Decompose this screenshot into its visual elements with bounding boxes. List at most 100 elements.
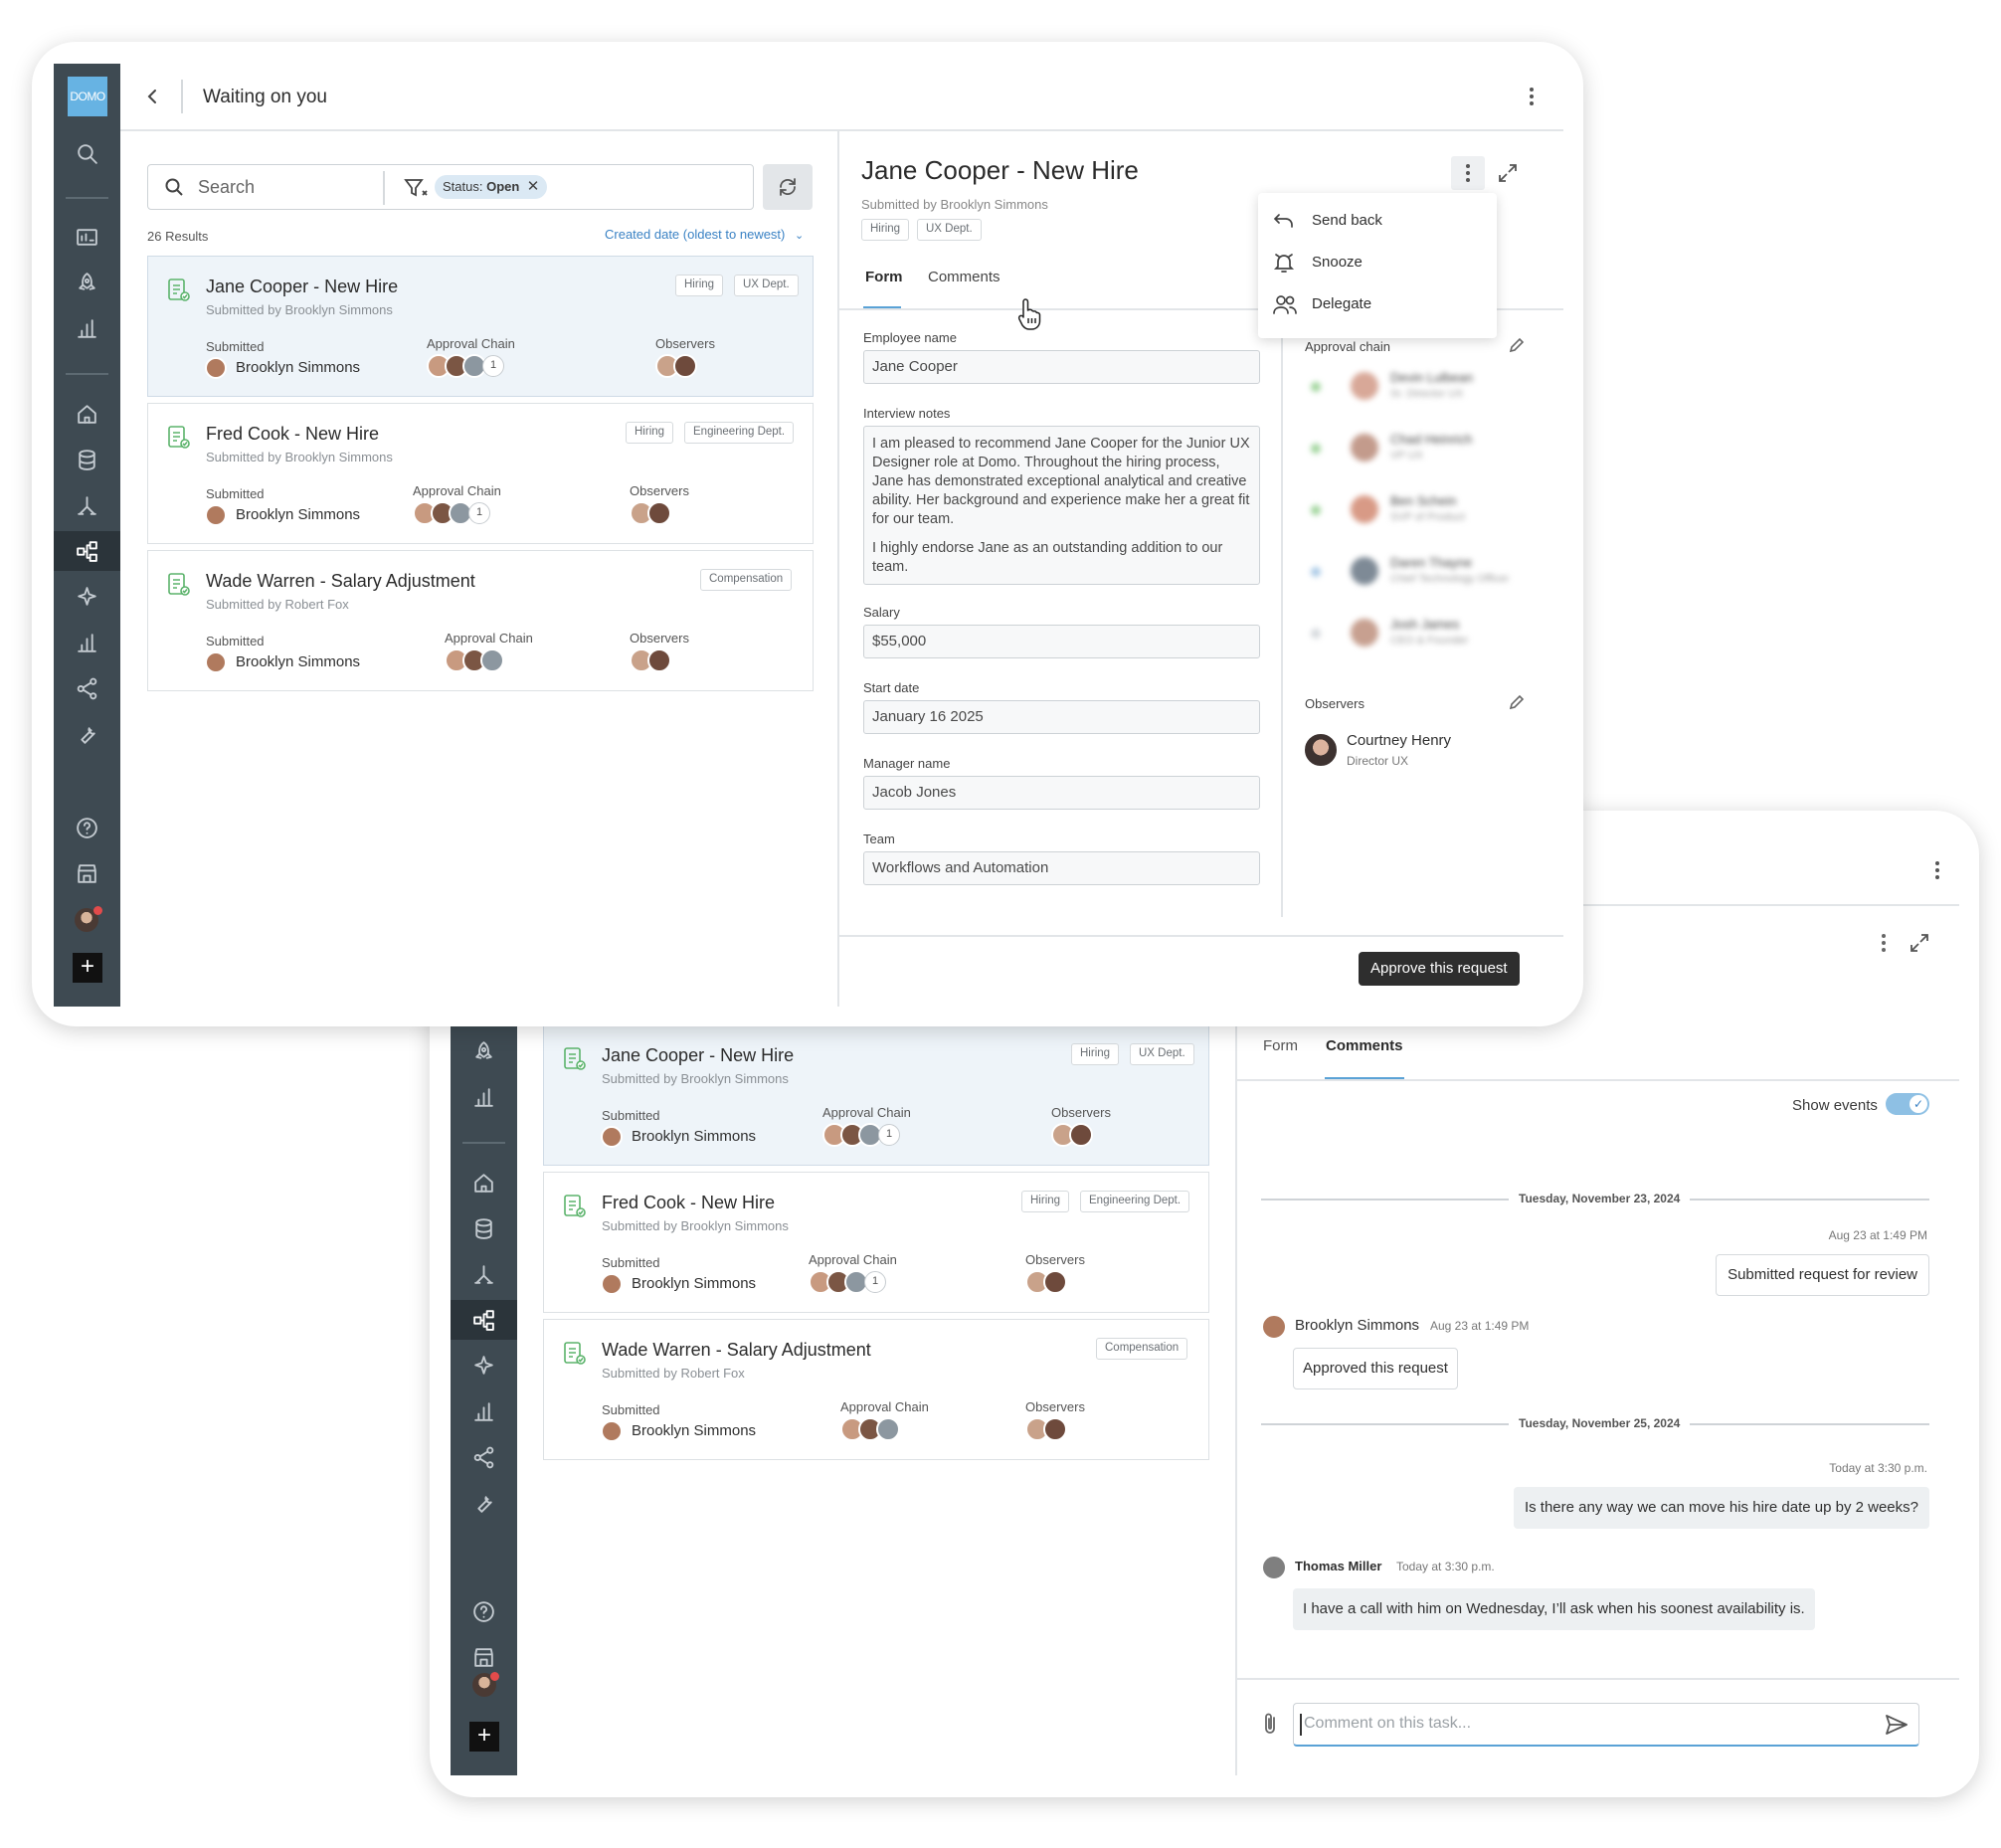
share-icon[interactable] xyxy=(54,668,120,708)
avatar xyxy=(205,651,227,673)
tab-form[interactable]: Form xyxy=(865,269,903,285)
database-icon[interactable] xyxy=(451,1208,517,1248)
bar-chart-icon[interactable] xyxy=(451,1391,517,1431)
employee-name-field[interactable]: Jane Cooper xyxy=(863,350,1260,384)
avatar xyxy=(1261,1555,1287,1580)
help-icon[interactable] xyxy=(451,1591,517,1631)
search-input[interactable]: Search xyxy=(198,177,255,198)
team-field[interactable]: Workflows and Automation xyxy=(863,851,1260,885)
search-box[interactable]: Search Status: Open ✕ xyxy=(147,164,754,210)
submitter-name: Brooklyn Simmons xyxy=(236,506,361,523)
attachment-icon[interactable] xyxy=(1259,1711,1283,1737)
help-icon[interactable] xyxy=(54,808,120,847)
expand-icon[interactable] xyxy=(1496,161,1520,185)
dataflow-icon[interactable] xyxy=(54,485,120,525)
menu-item-delegate[interactable]: Delegate xyxy=(1258,284,1497,324)
interview-notes-field[interactable]: I am pleased to recommend Jane Cooper fo… xyxy=(863,426,1260,585)
more-vertical-icon xyxy=(1466,164,1470,182)
avatar xyxy=(205,357,227,379)
observers-label: Observers xyxy=(630,631,689,646)
task-card[interactable]: Fred Cook - New Hire Submitted by Brookl… xyxy=(543,1172,1209,1313)
submitter-name: Brooklyn Simmons xyxy=(632,1275,757,1292)
expand-icon[interactable] xyxy=(1908,931,1931,955)
chip-prefix: Status: xyxy=(443,179,483,194)
more-menu-icon[interactable] xyxy=(1522,82,1542,111)
tag: Hiring xyxy=(626,422,674,444)
close-icon[interactable]: ✕ xyxy=(527,175,540,199)
database-icon[interactable] xyxy=(54,440,120,479)
task-card[interactable]: Fred Cook - New Hire Submitted by Brookl… xyxy=(147,403,814,544)
chain-role: VP UX xyxy=(1390,450,1423,462)
more-menu-icon[interactable] xyxy=(1927,855,1947,885)
comment-placeholder: Comment on this task... xyxy=(1304,1715,1472,1732)
task-card[interactable]: Wade Warren - Salary Adjustment Submitte… xyxy=(147,550,814,691)
detail-more-icon[interactable] xyxy=(1874,928,1894,958)
home-icon[interactable] xyxy=(451,1163,517,1202)
refresh-button[interactable] xyxy=(763,164,813,210)
bell-icon xyxy=(1273,254,1295,273)
observers-label: Observers xyxy=(1025,1252,1085,1267)
card-title: Fred Cook - New Hire xyxy=(206,424,380,444)
back-icon[interactable] xyxy=(143,85,163,108)
chart-icon[interactable] xyxy=(54,308,120,348)
card-subtitle: Submitted by Robert Fox xyxy=(602,1366,745,1381)
edit-icon[interactable] xyxy=(1508,336,1526,354)
salary-field[interactable]: $55,000 xyxy=(863,625,1260,658)
detail-more-button[interactable] xyxy=(1451,156,1485,190)
filter-icon[interactable] xyxy=(404,177,428,199)
task-card[interactable]: Wade Warren - Salary Adjustment Submitte… xyxy=(543,1319,1209,1460)
workflow-icon[interactable] xyxy=(451,1300,517,1340)
manager-name-field[interactable]: Jacob Jones xyxy=(863,776,1260,810)
sort-label: Created date (oldest to newest) xyxy=(605,227,786,242)
start-date-field[interactable]: January 16 2025 xyxy=(863,700,1260,734)
rocket-icon[interactable] xyxy=(451,1031,517,1071)
comment-input[interactable]: Comment on this task... xyxy=(1293,1703,1919,1747)
tab-comments[interactable]: Comments xyxy=(928,269,1000,285)
approval-chain-label: Approval Chain xyxy=(427,336,515,351)
wrench-icon[interactable] xyxy=(54,714,120,754)
store-icon[interactable] xyxy=(451,1637,517,1677)
menu-item-send-back[interactable]: Send back xyxy=(1258,201,1497,241)
bar-chart-icon[interactable] xyxy=(54,623,120,662)
search-icon[interactable] xyxy=(54,133,120,173)
show-events-label: Show events xyxy=(1792,1097,1878,1114)
tag: UX Dept. xyxy=(1130,1043,1194,1065)
chart-icon[interactable] xyxy=(451,1077,517,1117)
sort-dropdown[interactable]: Created date (oldest to newest) ⌄ xyxy=(605,227,804,242)
observers-label: Observers xyxy=(655,336,715,351)
task-card[interactable]: Jane Cooper - New Hire Submitted by Broo… xyxy=(147,256,814,397)
tab-comments[interactable]: Comments xyxy=(1326,1037,1403,1054)
tab-form[interactable]: Form xyxy=(1263,1037,1298,1054)
store-icon[interactable] xyxy=(54,853,120,893)
dataflow-icon[interactable] xyxy=(451,1254,517,1294)
rocket-icon[interactable] xyxy=(54,263,120,302)
actions-menu: Send back Snooze Delegate xyxy=(1258,193,1497,338)
chain-count: 1 xyxy=(864,1271,886,1293)
send-icon[interactable] xyxy=(1884,1712,1910,1738)
task-card[interactable]: Jane Cooper - New Hire Submitted by Broo… xyxy=(543,1024,1209,1166)
chain-count: 1 xyxy=(482,355,504,377)
chain-name: Josh James xyxy=(1390,617,1460,632)
avatar xyxy=(480,648,504,672)
share-icon[interactable] xyxy=(451,1437,517,1477)
add-icon[interactable]: + xyxy=(469,1722,499,1752)
edit-icon[interactable] xyxy=(1508,693,1526,711)
approve-button[interactable]: Approve this request xyxy=(1359,952,1520,986)
sparkle-icon[interactable] xyxy=(451,1346,517,1386)
approval-chain-list: Devin Lulbean Sr. Director UX Chad Heinr… xyxy=(1305,364,1524,682)
dashboard-icon[interactable] xyxy=(54,217,120,257)
task-list: Jane Cooper - New Hire Submitted by Broo… xyxy=(543,1024,1209,1721)
message-author: Thomas Miller xyxy=(1295,1559,1382,1573)
menu-item-snooze[interactable]: Snooze xyxy=(1258,243,1497,282)
home-icon[interactable] xyxy=(54,394,120,434)
workflow-icon[interactable] xyxy=(54,531,120,571)
submitted-label: Submitted xyxy=(602,1108,660,1123)
message-bubble: Approved this request xyxy=(1293,1348,1458,1389)
status-filter-chip[interactable]: Status: Open ✕ xyxy=(435,175,548,199)
domo-logo[interactable]: DOMO xyxy=(68,77,107,116)
wrench-icon[interactable] xyxy=(451,1483,517,1523)
show-events-toggle[interactable]: ✓ xyxy=(1886,1093,1929,1115)
add-icon[interactable]: + xyxy=(73,953,102,983)
refresh-icon xyxy=(780,178,796,196)
sparkle-icon[interactable] xyxy=(54,577,120,617)
